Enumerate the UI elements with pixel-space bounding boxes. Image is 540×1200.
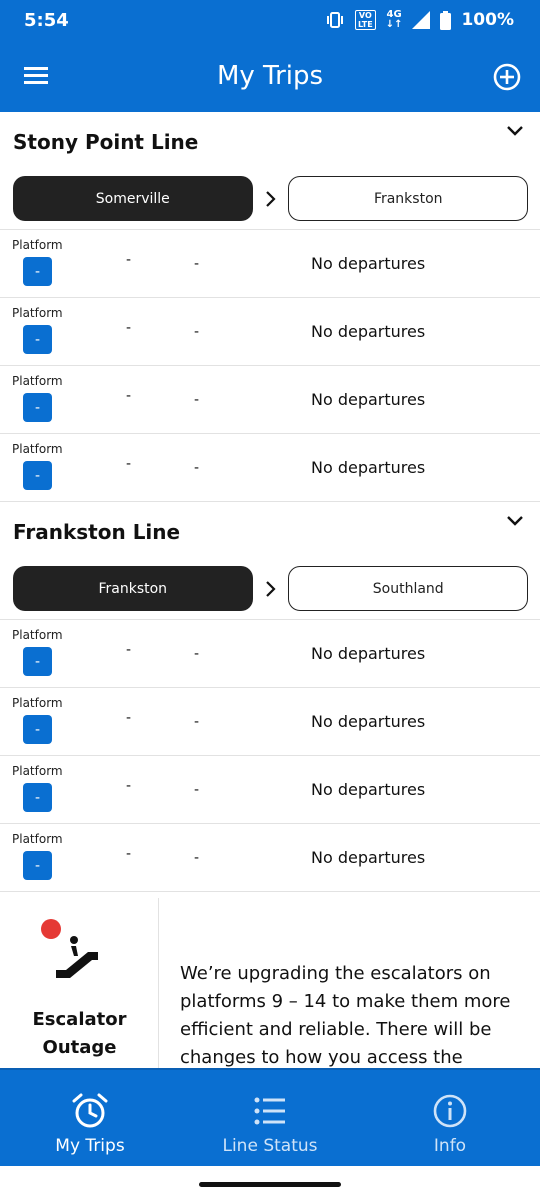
line-card-frankston: Frankston Line Frankston Southland Platf… (0, 502, 540, 892)
platform-label: Platform (12, 306, 63, 320)
battery-percent: 100% (461, 10, 514, 30)
platform-label: Platform (12, 628, 63, 642)
from-station-button[interactable]: Frankston (13, 566, 253, 611)
departure-row[interactable]: Platform - - - No departures (0, 298, 540, 366)
platform-label: Platform (12, 442, 63, 456)
departure-status: No departures (311, 390, 426, 409)
departure-minutes: - (194, 392, 200, 408)
nav-my-trips[interactable]: My Trips (0, 1070, 180, 1166)
departure-minutes: - (194, 782, 200, 798)
info-icon (433, 1094, 467, 1128)
chevron-down-icon[interactable] (504, 510, 526, 532)
departure-minutes: - (194, 460, 200, 476)
departure-minutes: - (194, 256, 200, 272)
hamburger-menu-icon (24, 67, 48, 84)
line-card-stony-point: Stony Point Line Somerville Frankston Pl… (0, 112, 540, 502)
to-station-button[interactable]: Frankston (288, 176, 528, 221)
departure-row[interactable]: Platform - - - No departures (0, 620, 540, 688)
volte-badge: VO LTE (355, 10, 376, 30)
departure-row[interactable]: Platform - - - No departures (0, 824, 540, 892)
station-selector: Somerville Frankston (0, 168, 540, 230)
alarm-clock-icon (72, 1093, 108, 1128)
departure-time: - (126, 388, 132, 404)
vibrate-icon (327, 12, 343, 28)
departure-time: - (126, 846, 132, 862)
nav-info[interactable]: Info (360, 1070, 540, 1166)
chevron-right-icon (265, 190, 276, 207)
add-trip-button[interactable] (492, 62, 522, 92)
platform-badge: - (23, 461, 52, 490)
line-name: Frankston Line (13, 520, 181, 544)
system-gesture-area (0, 1166, 540, 1200)
platform-label: Platform (12, 238, 63, 252)
line-header: Stony Point Line (0, 112, 540, 168)
departure-minutes: - (194, 324, 200, 340)
nav-label: Info (433, 1136, 467, 1156)
line-name: Stony Point Line (13, 130, 199, 154)
departure-status: No departures (311, 644, 426, 663)
nav-label: My Trips (55, 1136, 125, 1156)
departure-time: - (126, 456, 132, 472)
departure-time: - (126, 252, 132, 268)
direction-arrow (253, 189, 289, 209)
platform-label: Platform (12, 696, 63, 710)
platform-badge: - (23, 715, 52, 744)
add-circle-icon (493, 63, 521, 91)
battery-icon (440, 10, 452, 30)
list-icon (254, 1097, 285, 1125)
chevron-right-icon (265, 580, 276, 597)
departure-time: - (126, 778, 132, 794)
line-header: Frankston Line (0, 502, 540, 558)
escalator-outage-notice[interactable]: Escalator Outage We’re upgrading the esc… (0, 898, 540, 1068)
status-bar: 5:54 VO LTE 4G ↓↑ 100% (0, 0, 540, 40)
departure-status: No departures (311, 458, 426, 477)
to-station-button[interactable]: Southland (288, 566, 528, 611)
home-gesture-handle[interactable] (199, 1182, 341, 1187)
departure-status: No departures (311, 848, 426, 867)
chevron-down-icon[interactable] (504, 120, 526, 142)
platform-badge: - (23, 783, 52, 812)
platform-badge: - (23, 257, 52, 286)
network-type: 4G ↓↑ (385, 9, 403, 30)
departure-status: No departures (311, 254, 426, 273)
from-station-button[interactable]: Somerville (13, 176, 253, 221)
departure-minutes: - (194, 646, 200, 662)
departure-minutes: - (194, 714, 200, 730)
nav-line-status[interactable]: Line Status (180, 1070, 360, 1166)
trips-list[interactable]: Stony Point Line Somerville Frankston Pl… (0, 112, 540, 1068)
platform-badge: - (23, 325, 52, 354)
departure-time: - (126, 320, 132, 336)
status-icons: VO LTE 4G ↓↑ 100% (325, 10, 514, 30)
outage-message: We’re upgrading the escalators on platfo… (180, 963, 511, 1068)
platform-label: Platform (12, 374, 63, 388)
status-time: 5:54 (24, 9, 69, 31)
outage-summary: Escalator Outage (0, 898, 159, 1068)
station-selector: Frankston Southland (0, 558, 540, 620)
departure-status: No departures (311, 780, 426, 799)
departure-row[interactable]: Platform - - - No departures (0, 434, 540, 502)
departure-time: - (126, 710, 132, 726)
departure-row[interactable]: Platform - - - No departures (0, 366, 540, 434)
departure-row[interactable]: Platform - - - No departures (0, 688, 540, 756)
departure-status: No departures (311, 712, 426, 731)
departure-time: - (126, 642, 132, 658)
page-title: My Trips (216, 61, 324, 91)
platform-badge: - (23, 647, 52, 676)
signal-icon (412, 11, 431, 29)
departure-status: No departures (311, 322, 426, 341)
platform-label: Platform (12, 832, 63, 846)
platform-badge: - (23, 851, 52, 880)
outage-title: Escalator Outage (32, 1009, 127, 1058)
platform-badge: - (23, 393, 52, 422)
app-bar: My Trips (0, 40, 540, 112)
escalator-icon (41, 919, 98, 978)
bottom-navigation: My Trips Line Status Info (0, 1068, 540, 1166)
departure-row[interactable]: Platform - - - No departures (0, 230, 540, 298)
nav-label: Line Status (222, 1136, 318, 1156)
departure-row[interactable]: Platform - - - No departures (0, 756, 540, 824)
menu-button[interactable] (22, 62, 52, 90)
departure-minutes: - (194, 850, 200, 866)
direction-arrow (253, 579, 289, 599)
platform-label: Platform (12, 764, 63, 778)
